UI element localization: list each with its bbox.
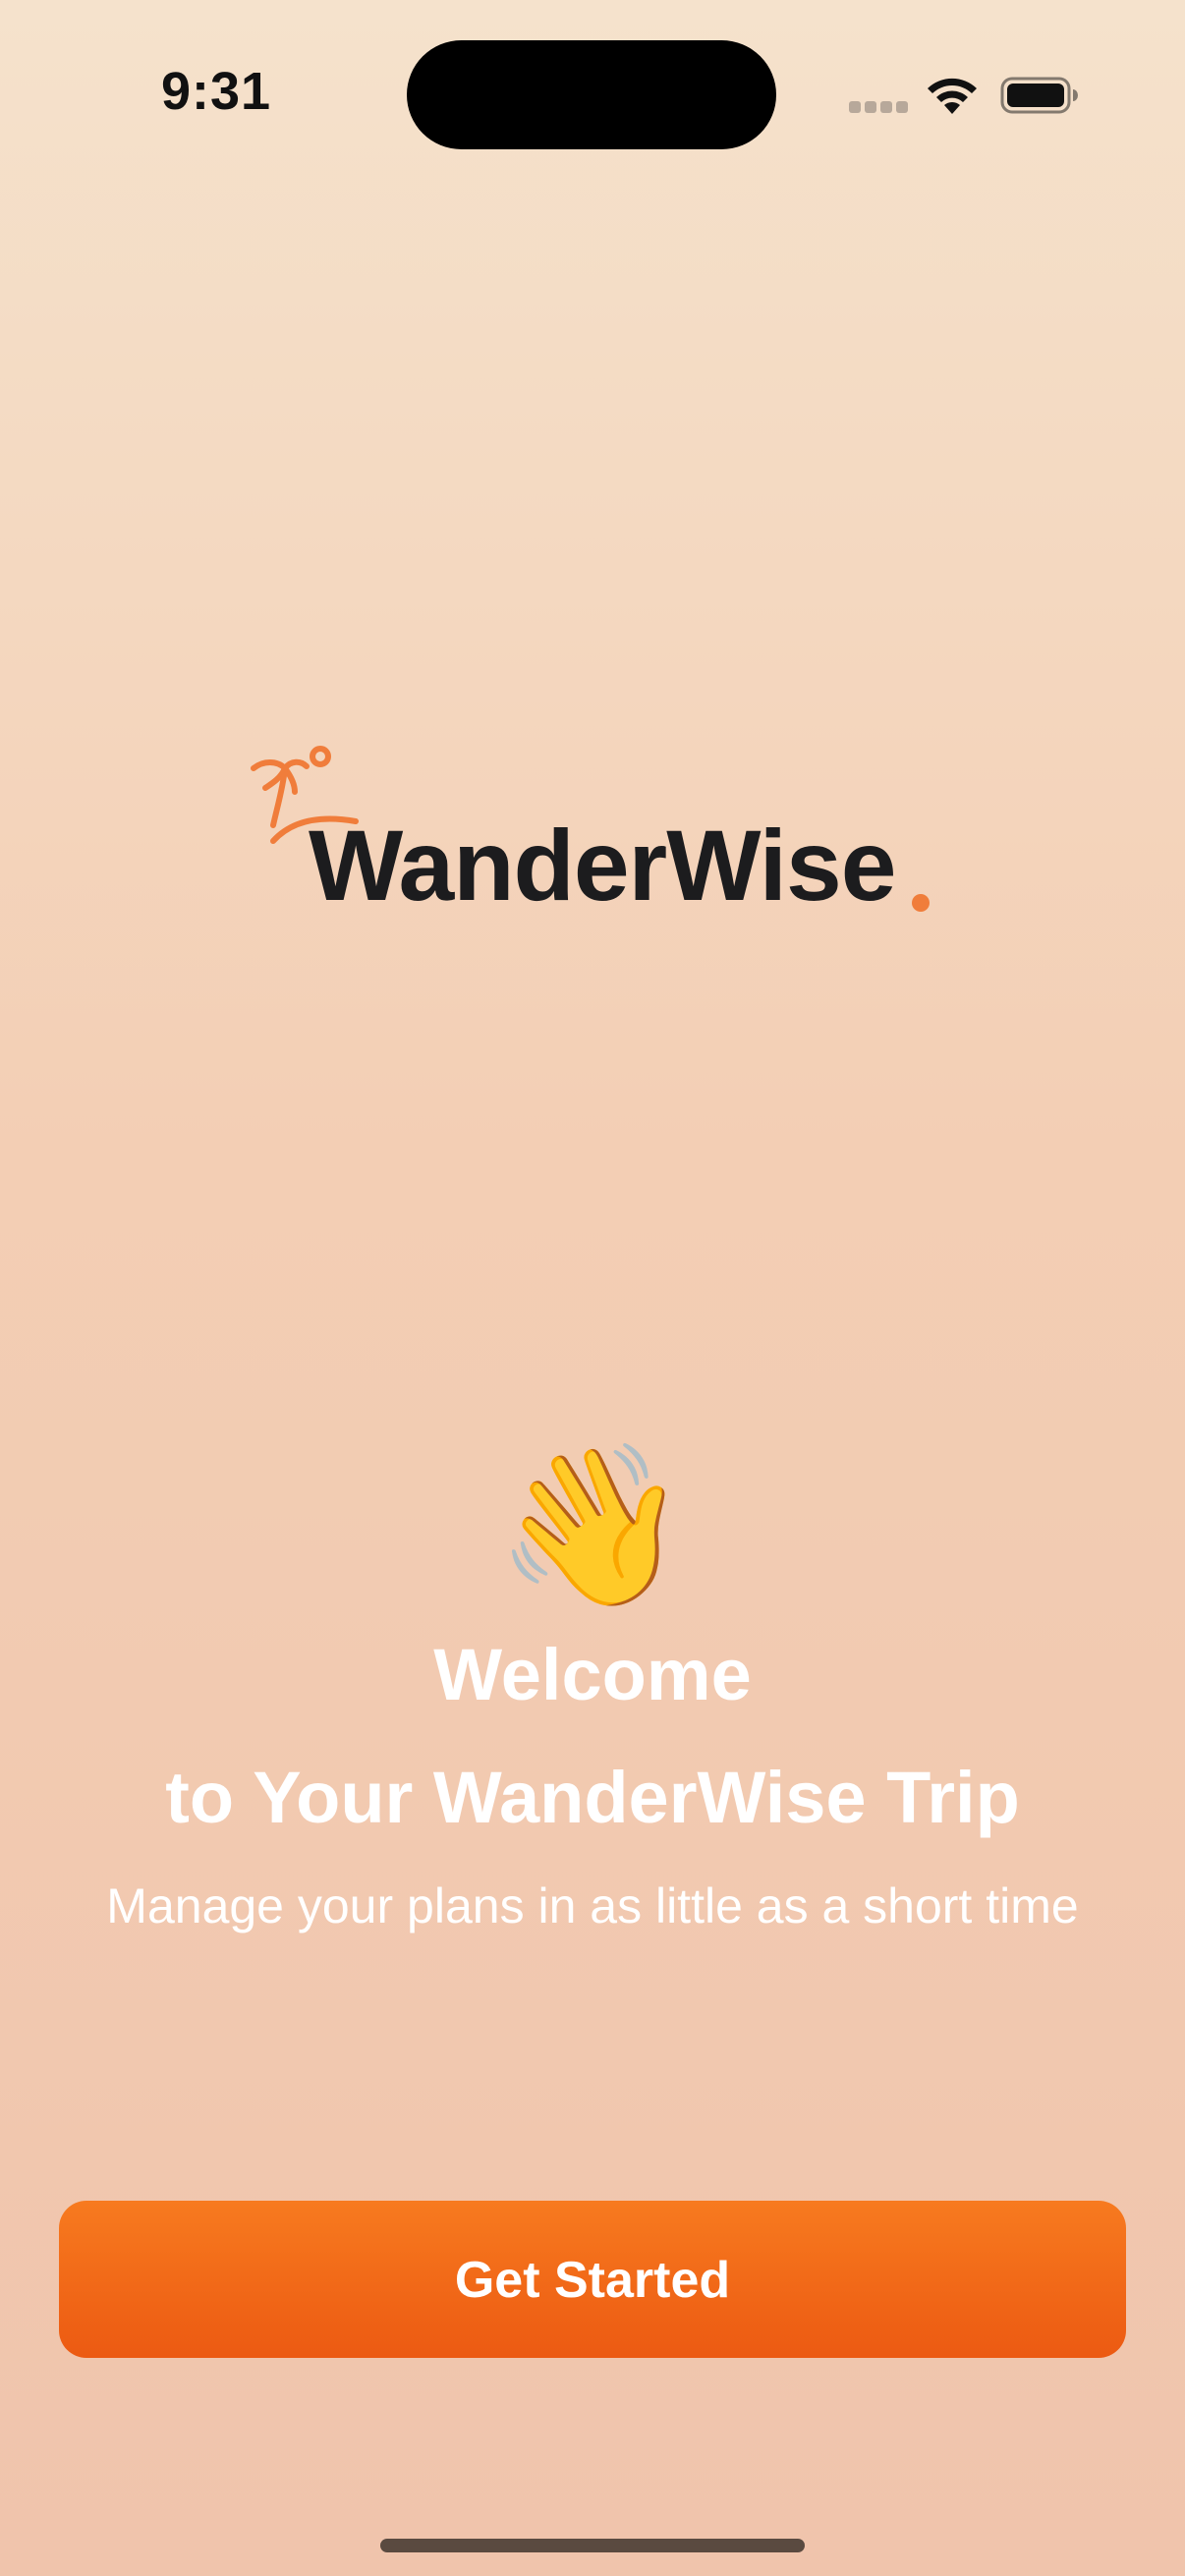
app-logo: WanderWise	[248, 739, 955, 935]
status-bar: 9:31	[0, 0, 1185, 187]
status-time: 9:31	[160, 62, 272, 121]
dynamic-island	[407, 40, 776, 149]
welcome-subtitle: to Your WanderWise Trip	[165, 1757, 1020, 1838]
welcome-title: Welcome	[433, 1634, 752, 1715]
logo-dot	[912, 894, 930, 912]
tagline: Manage your plans in as little as a shor…	[106, 1878, 1079, 1933]
signal-icon	[849, 101, 908, 115]
battery-icon	[1000, 77, 1078, 114]
wifi-icon	[928, 78, 977, 114]
logo-wordmark: WanderWise	[309, 810, 896, 922]
get-started-button[interactable]: Get Started	[59, 2201, 1126, 2358]
waving-hand-icon: 👋	[494, 1437, 691, 1613]
home-indicator[interactable]	[380, 2539, 805, 2552]
